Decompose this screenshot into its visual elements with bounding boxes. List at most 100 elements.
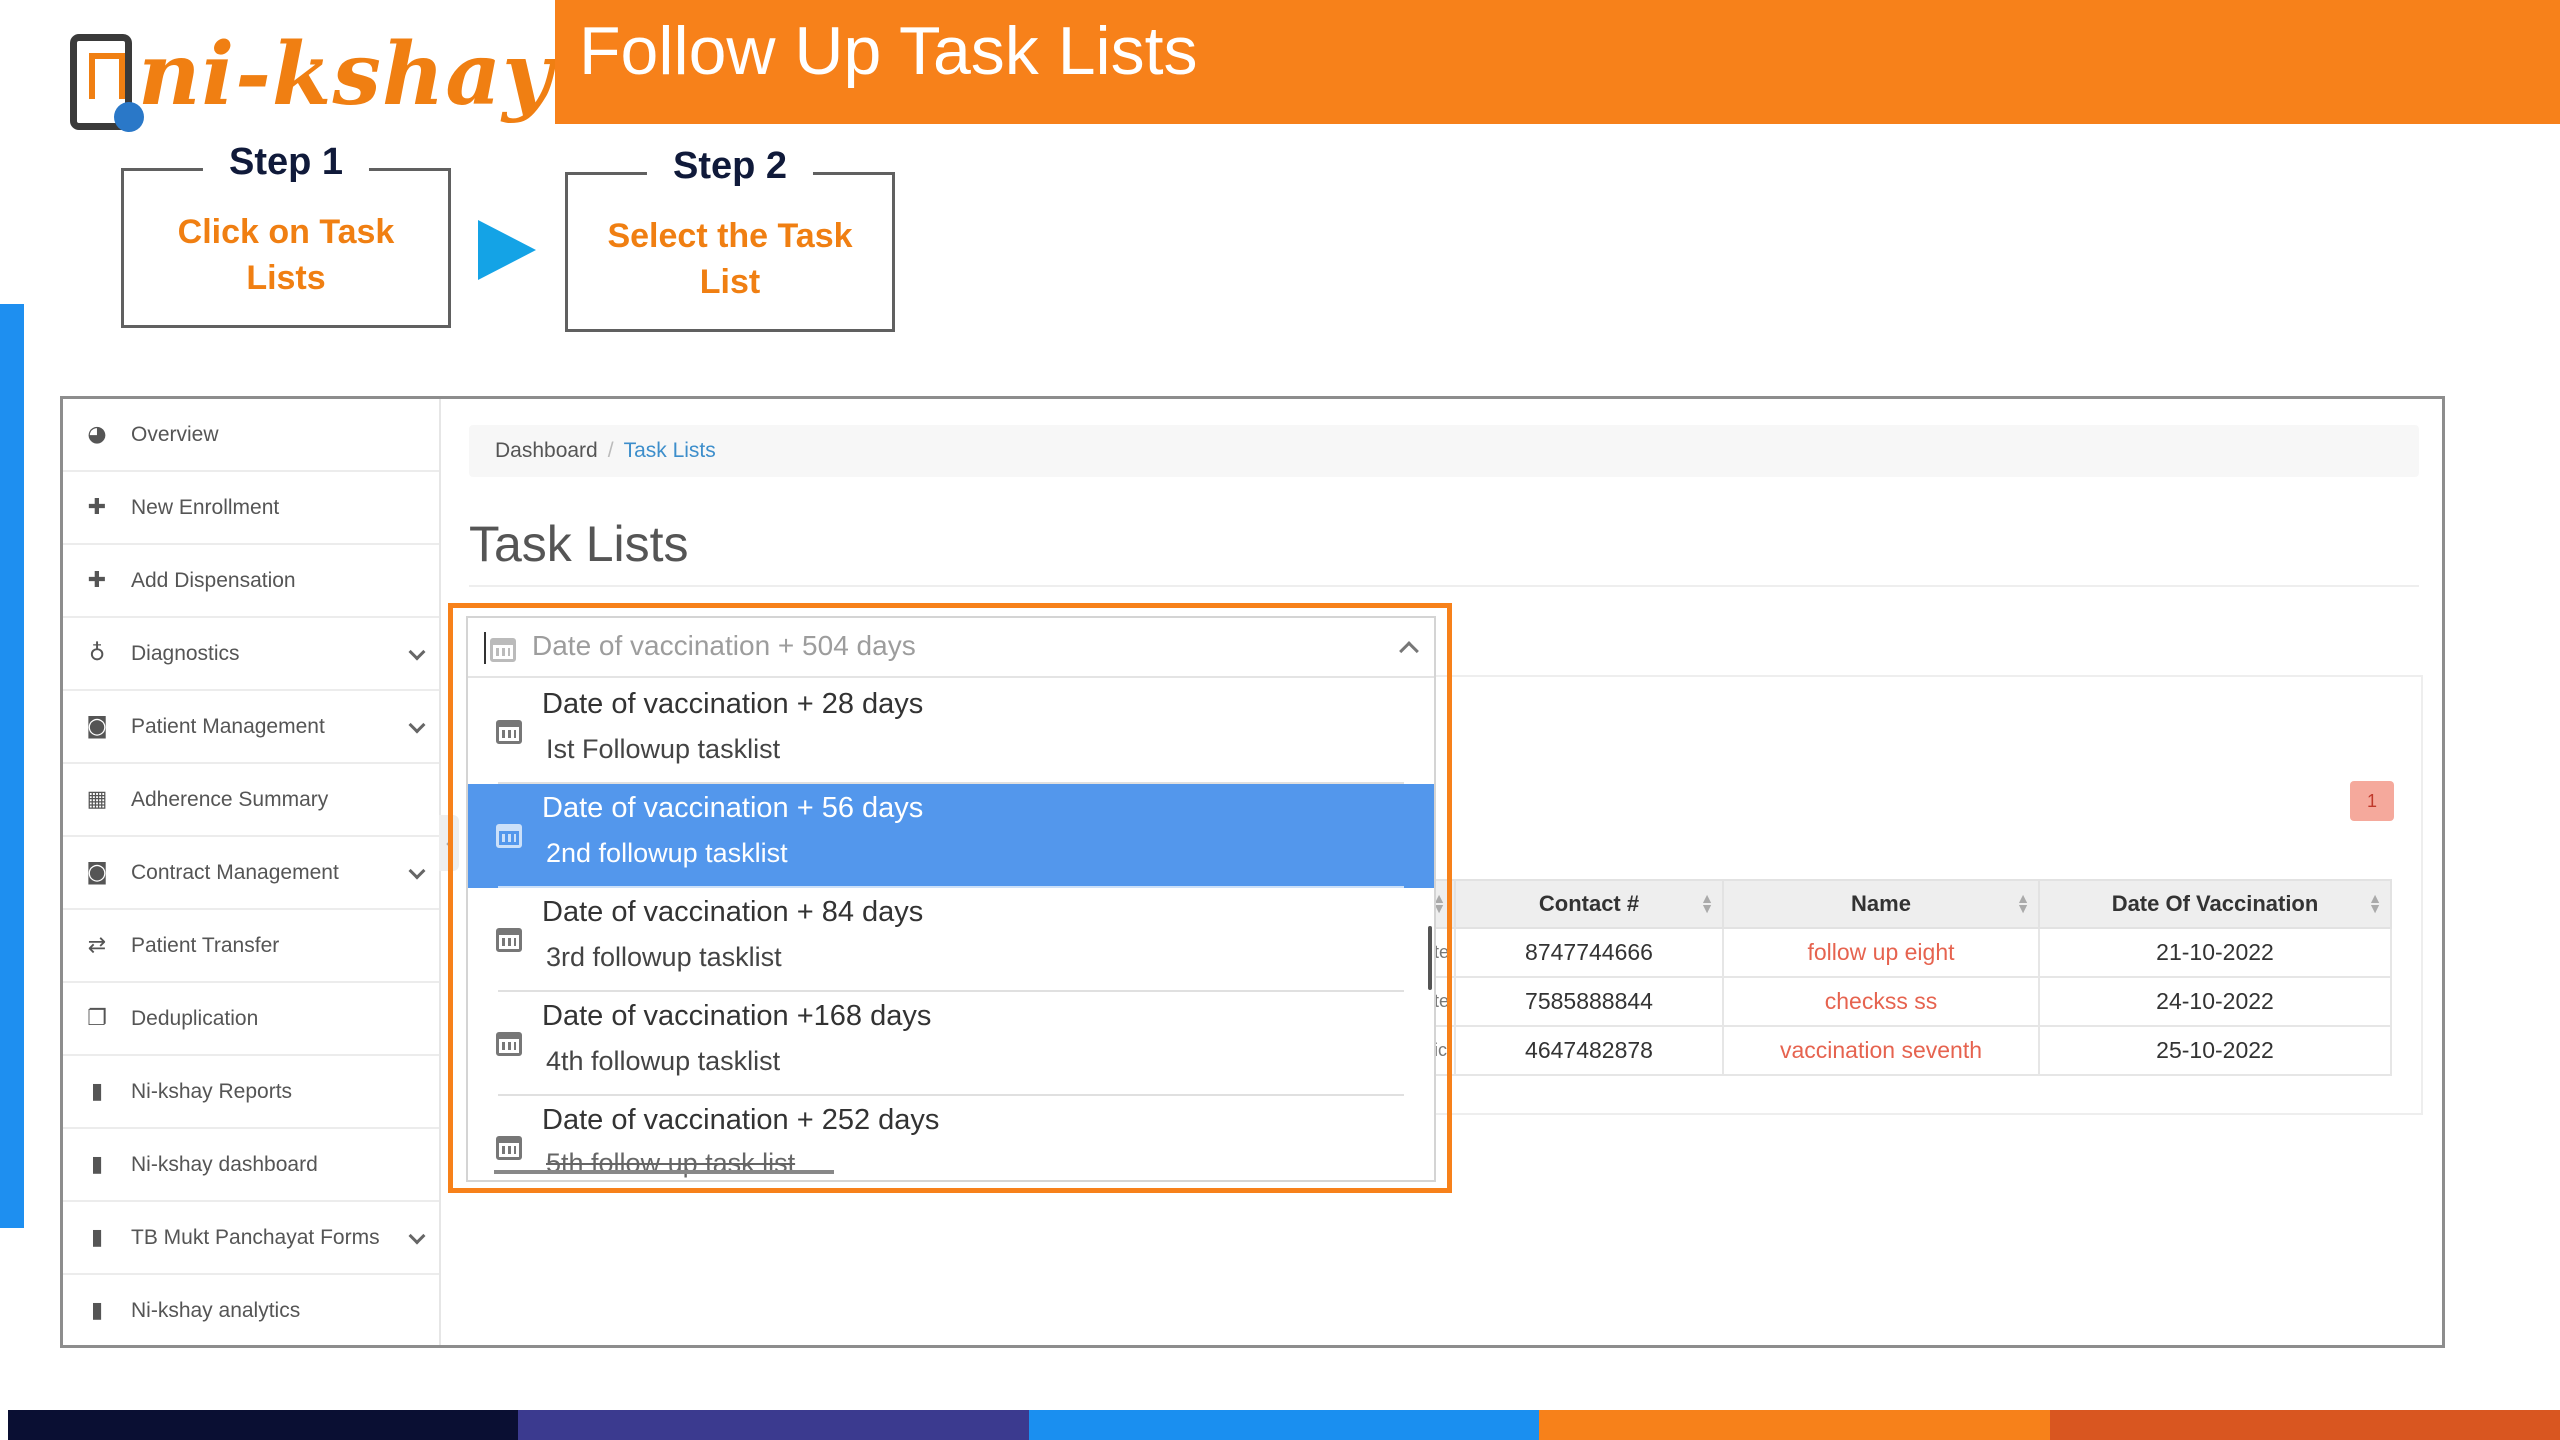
sidebar-item[interactable]: ✚ New Enrollment [63, 472, 439, 545]
step-1-description: Click on Task Lists [124, 209, 448, 301]
calendar-icon [496, 824, 522, 848]
breadcrumb-dashboard-link[interactable]: Dashboard [495, 439, 598, 463]
tasklist-table: ▲ ▼ Contact # ▲ ▼ Name ▲ ▼ Date Of Vaccinatio… [1430, 879, 2392, 1076]
camera-icon: ◙ [86, 860, 108, 885]
calendar-icon [496, 928, 522, 952]
calendar-icon [496, 1032, 522, 1056]
tasklist-select-dropdown[interactable]: Date of vaccination + 504 days Date of v… [466, 616, 1436, 1182]
table-header-contact[interactable]: Contact # ▲ ▼ [1454, 879, 1724, 929]
step-2-description: Select the Task List [568, 213, 892, 305]
sidebar-item-label: Overview [131, 422, 219, 446]
sidebar-item-label: Deduplication [131, 1006, 259, 1030]
table-cell-contact: 7585888844 [1454, 976, 1724, 1027]
tasklist-select-input[interactable]: Date of vaccination + 504 days [468, 618, 1434, 678]
breadcrumb-current: Task Lists [623, 439, 716, 462]
sidebar-item[interactable]: ❐ Deduplication [63, 983, 439, 1056]
file-icon: ▮ [90, 1152, 104, 1177]
band-segment [1539, 1410, 2050, 1440]
sidebar-item[interactable]: ✚ Add Dispensation [63, 545, 439, 618]
band-segment [1028, 1410, 1540, 1440]
sidebar-item[interactable]: ▮ TB Mukt Panchayat Forms [63, 1202, 439, 1275]
sidebar-item-label: New Enrollment [131, 495, 280, 519]
text-cursor [484, 632, 486, 664]
file-icon: ▮ [90, 1079, 104, 1104]
sort-icon: ▲ ▼ [2368, 890, 2382, 916]
dropdown-option-title: Date of vaccination + 252 days [542, 1104, 940, 1136]
sidebar-item[interactable]: ▮ Ni-kshay analytics [63, 1275, 439, 1345]
plus-icon: ✚ [87, 495, 107, 520]
dropdown-option-subtitle: 5th follow up task list [546, 1148, 796, 1178]
table-header-row: ▲ ▼ Contact # ▲ ▼ Name ▲ ▼ Date Of Vaccinatio… [1430, 879, 2392, 929]
table-cell-name-link[interactable]: checkss ss [1722, 976, 2040, 1027]
dropdown-option-title: Date of vaccination + 56 days [542, 792, 924, 824]
table-cell-name-link[interactable]: follow up eight [1722, 927, 2040, 978]
sidebar-item[interactable]: ♁ Diagnostics [63, 618, 439, 691]
plus-icon: ✚ [87, 568, 107, 593]
table-row[interactable]: ic 4647482878 vaccination seventh 25-10-202… [1430, 1025, 2392, 1076]
table-cell-date: 21-10-2022 [2038, 927, 2392, 978]
dropdown-option-subtitle: Ist Followup tasklist [546, 734, 781, 764]
sidebar-item-label: Patient Management [131, 714, 325, 738]
sidebar-item-label: TB Mukt Panchayat Forms [131, 1225, 380, 1249]
band-segment [518, 1410, 1029, 1440]
dropdown-option-subtitle: 3rd followup tasklist [546, 942, 782, 972]
sidebar-item[interactable]: ▦ Adherence Summary [63, 764, 439, 837]
stethoscope-icon: ♁ [88, 641, 106, 666]
table-row[interactable]: te 8747744666 follow up eight 21-10-2022 [1430, 927, 2392, 978]
slide-title: Follow Up Task Lists [579, 13, 1198, 89]
dropdown-option[interactable]: Date of vaccination +168 days 4th followu… [468, 992, 1434, 1096]
dropdown-option-subtitle: 4th followup tasklist [546, 1046, 781, 1076]
page-title: Task Lists [469, 516, 689, 572]
step-arrow-icon [478, 220, 536, 280]
slide-title-bar: Follow Up Task Lists [555, 0, 2560, 124]
copy-icon: ❐ [87, 1006, 107, 1031]
sidebar-item-label: Ni-kshay Reports [131, 1079, 293, 1103]
step-2-label: Step 2 [646, 145, 814, 188]
sidebar-item-label: Adherence Summary [131, 787, 329, 811]
sidebar-item[interactable]: ◙ Patient Management [63, 691, 439, 764]
breadcrumb: Dashboard / Task Lists [469, 425, 2419, 477]
chevron-down-icon [408, 716, 426, 734]
exchange-icon: ⇄ [87, 933, 107, 958]
table-body: te 8747744666 follow up eight 21-10-2022 te 7… [1430, 927, 2392, 1076]
file-icon: ▮ [90, 1225, 104, 1250]
step-2-box: Step 2 Select the Task List [565, 145, 895, 332]
dropdown-option[interactable]: Date of vaccination + 28 days Ist Followu… [468, 680, 1434, 784]
step-1-line-1: Click on Task [177, 213, 395, 251]
table-header-name-label: Name [1851, 891, 1911, 916]
camera-icon: ◙ [86, 714, 108, 739]
dropdown-scrollbar[interactable] [1428, 926, 1432, 990]
table-header-name[interactable]: Name ▲ ▼ [1722, 879, 2040, 929]
sidebar-item[interactable]: ◙ Contract Management [63, 837, 439, 910]
sidebar: ◕ Overview ✚ New Enrollment ✚ Add Dispensatio… [63, 399, 441, 1345]
sidebar-item[interactable]: ◕ Overview [63, 399, 439, 472]
sidebar-item-label: Diagnostics [131, 641, 240, 665]
nikshay-logo: ni-kshay [66, 18, 552, 138]
logo-text: ni-kshay [138, 24, 554, 125]
dropdown-option-subtitle: 2nd followup tasklist [546, 838, 788, 868]
chevron-up-icon[interactable] [1399, 641, 1419, 661]
sidebar-item-label: Add Dispensation [131, 568, 296, 592]
sidebar-item[interactable]: ▮ Ni-kshay Reports [63, 1056, 439, 1129]
slide: ni-kshay Follow Up Task Lists Step 1 Cli… [0, 0, 2560, 1440]
table-header-date[interactable]: Date Of Vaccination ▲ ▼ [2038, 879, 2392, 929]
table-cell-name-link[interactable]: vaccination seventh [1722, 1025, 2040, 1076]
table-cell-contact: 4647482878 [1454, 1025, 1724, 1076]
table-row[interactable]: te 7585888844 checkss ss 24-10-2022 [1430, 976, 2392, 1027]
band-segment [8, 1410, 519, 1440]
pagination-page-button[interactable]: 1 [2350, 781, 2394, 821]
sidebar-item[interactable]: ⇄ Patient Transfer [63, 910, 439, 983]
table-cell-contact: 8747744666 [1454, 927, 1724, 978]
dropdown-option[interactable]: Date of vaccination + 56 days 2nd followu… [468, 784, 1434, 888]
breadcrumb-separator: / [607, 439, 614, 462]
dropdown-option-title: Date of vaccination + 28 days [542, 688, 924, 720]
chevron-down-icon [408, 862, 426, 880]
dropdown-option-title: Date of vaccination +168 days [542, 1000, 932, 1032]
left-accent-bar [0, 304, 24, 1228]
sidebar-item[interactable]: ▮ Ni-kshay dashboard [63, 1129, 439, 1202]
sidebar-item-label: Contract Management [131, 860, 339, 884]
sidebar-menu: ◕ Overview ✚ New Enrollment ✚ Add Dispensatio… [63, 399, 439, 1345]
bottom-color-band [8, 1410, 2560, 1440]
sort-icon: ▲ ▼ [1700, 890, 1714, 916]
dropdown-option[interactable]: Date of vaccination + 84 days 3rd followu… [468, 888, 1434, 992]
